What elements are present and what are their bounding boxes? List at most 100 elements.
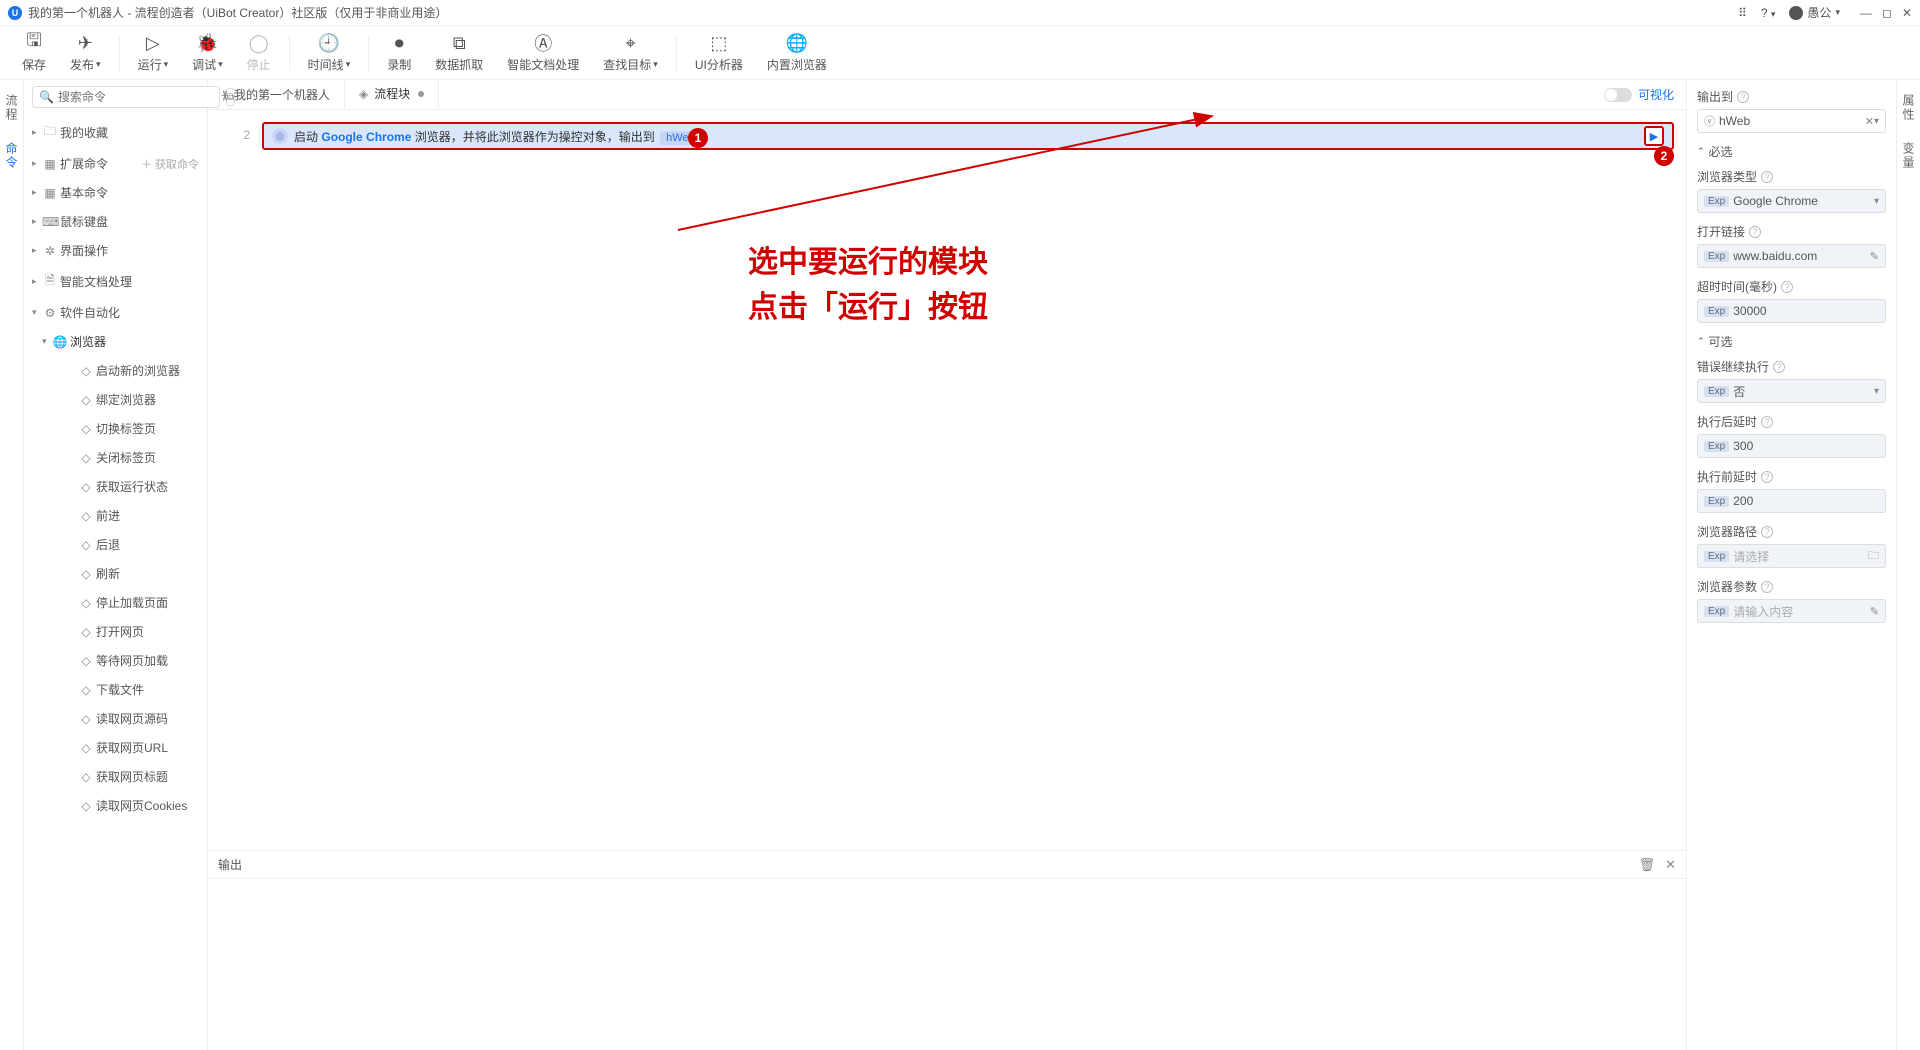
apps-icon[interactable]: ⠿ — [1738, 6, 1747, 20]
browser-args-input[interactable]: Exp请输入内容✎ — [1697, 599, 1886, 623]
ui-analyzer-button[interactable]: ⬚UI分析器 — [683, 32, 755, 73]
close-panel-icon[interactable]: ✕ — [1665, 857, 1676, 873]
code-editor: 2 ◎ 启动 Google Chrome 浏览器，并将此浏览器作为操控对象，输出… — [208, 110, 1686, 850]
minimize-button[interactable]: — — [1860, 6, 1872, 20]
tree-item[interactable]: ◇前进 — [24, 501, 207, 530]
tab-flowblock[interactable]: ◈流程块 — [345, 80, 439, 109]
find-target-button[interactable]: ⌖查找目标▾ — [591, 32, 670, 73]
caret-icon: ▾ — [32, 307, 42, 318]
folder-icon[interactable]: 🗀 — [1868, 547, 1879, 566]
dirty-dot-icon — [418, 91, 424, 97]
delay-after-input[interactable]: Exp300 — [1697, 434, 1886, 458]
builtin-browser-button[interactable]: 🌐内置浏览器 — [755, 32, 839, 73]
help-icon[interactable]: ? — [1781, 281, 1793, 293]
rail-attributes[interactable]: 属性 — [1900, 94, 1917, 122]
tree-item[interactable]: ◇读取网页Cookies — [24, 791, 207, 820]
tree-label: 鼠标键盘 — [60, 213, 199, 230]
timeout-input[interactable]: Exp30000 — [1697, 299, 1886, 323]
help-icon[interactable]: ? — [1773, 361, 1785, 373]
rail-command[interactable]: 命令 — [3, 142, 20, 170]
tree-item[interactable]: ◇获取网页标题 — [24, 762, 207, 791]
tree-item[interactable]: ◇后退 — [24, 530, 207, 559]
browser-type-select[interactable]: ExpGoogle Chrome▾ — [1697, 189, 1886, 213]
tree-item[interactable]: ◇启动新的浏览器 — [24, 356, 207, 385]
chevron-down-icon[interactable]: ⌃ — [1697, 146, 1705, 157]
help-icon[interactable]: ? — [1749, 226, 1761, 238]
tree-label: 读取网页Cookies — [96, 797, 199, 814]
chevron-down-icon[interactable]: ⌃ — [1697, 336, 1705, 347]
tree-icon: ◇ — [78, 596, 94, 610]
clock-icon: 🕘 — [318, 32, 340, 54]
tree-icon: ◇ — [78, 538, 94, 552]
run-button[interactable]: ▷运行▾ — [126, 32, 181, 73]
rail-flow[interactable]: 流程 — [3, 94, 20, 122]
tree-item[interactable]: ▾⚙软件自动化 — [24, 298, 207, 327]
ai-icon: Ⓐ — [534, 32, 552, 54]
tree-item[interactable]: ▸▦基本命令 — [24, 178, 207, 207]
help-icon[interactable]: ? — [1737, 91, 1749, 103]
delay-before-input[interactable]: Exp200 — [1697, 489, 1886, 513]
maximize-button[interactable]: ◻ — [1882, 6, 1892, 20]
tree-item[interactable]: ▸⌨鼠标键盘 — [24, 207, 207, 236]
tree-item[interactable]: ◇切换标签页 — [24, 414, 207, 443]
tree-item[interactable]: ◇获取网页URL — [24, 733, 207, 762]
tree-item[interactable]: ◇打开网页 — [24, 617, 207, 646]
user-menu[interactable]: 愚公 ▾ — [1789, 4, 1840, 21]
help-icon[interactable]: ? — [1761, 581, 1773, 593]
smart-doc-button[interactable]: Ⓐ智能文档处理 — [495, 32, 591, 73]
tree-item[interactable]: ◇下载文件 — [24, 675, 207, 704]
save-icon: 🖫 — [26, 32, 41, 54]
tree-label: 打开网页 — [96, 623, 199, 640]
tree-item[interactable]: ◇停止加载页面 — [24, 588, 207, 617]
tree-item[interactable]: ▸🗎智能文档处理 — [24, 265, 207, 298]
tree-item[interactable]: ◇等待网页加载 — [24, 646, 207, 675]
close-button[interactable]: ✕ — [1902, 6, 1912, 20]
search-input-wrapper[interactable]: 🔍 — [32, 86, 220, 108]
tab-robot[interactable]: ᚕ我的第一个机器人 — [208, 80, 345, 109]
right-rail: 属性 变量 — [1896, 80, 1920, 1050]
publish-button[interactable]: ✈发布▾ — [58, 32, 113, 73]
tree-item[interactable]: ◇绑定浏览器 — [24, 385, 207, 414]
tree-icon: ⚙ — [42, 306, 58, 320]
browser-path-input[interactable]: Exp请选择🗀 — [1697, 544, 1886, 568]
caret-icon: ▸ — [32, 245, 42, 256]
globe-icon: 🌐 — [786, 32, 808, 54]
edit-icon[interactable]: ✎ — [1870, 605, 1879, 618]
output-title: 输出 — [218, 856, 1629, 873]
tree-item[interactable]: ◇关闭标签页 — [24, 443, 207, 472]
debug-button[interactable]: 🐞调试▾ — [180, 32, 235, 73]
continue-on-error-select[interactable]: Exp否▾ — [1697, 379, 1886, 403]
save-button[interactable]: 🖫保存 — [10, 32, 58, 73]
tree-item[interactable]: ▸▦扩展命令＋ 获取命令 — [24, 149, 207, 178]
output-to-input[interactable]: ⓥ hWeb ✕ ▾ — [1697, 109, 1886, 133]
tree-icon: ◇ — [78, 770, 94, 784]
tree-label: 基本命令 — [60, 184, 199, 201]
open-link-input[interactable]: Expwww.baidu.com✎ — [1697, 244, 1886, 268]
code-line-selected[interactable]: ◎ 启动 Google Chrome 浏览器，并将此浏览器作为操控对象，输出到 … — [262, 122, 1674, 150]
tree-item[interactable]: ▸✲界面操作 — [24, 236, 207, 265]
run-line-button[interactable]: ▶ — [1644, 126, 1664, 146]
rail-variables[interactable]: 变量 — [1900, 142, 1917, 170]
clear-icon[interactable]: ✕ — [1865, 115, 1874, 128]
visual-toggle[interactable] — [1604, 88, 1632, 102]
tree-item[interactable]: ◇刷新 — [24, 559, 207, 588]
trash-icon[interactable]: 🗑 — [1639, 857, 1656, 873]
data-capture-button[interactable]: ⧉数据抓取 — [423, 32, 495, 73]
help-icon[interactable]: ? — [1761, 171, 1773, 183]
tree-item[interactable]: ▸🗀我的收藏 — [24, 116, 207, 149]
search-input[interactable] — [58, 90, 213, 104]
help-icon[interactable]: ? — [1761, 471, 1773, 483]
help-icon[interactable]: ? — [1761, 526, 1773, 538]
timeline-button[interactable]: 🕘时间线▾ — [296, 32, 363, 73]
record-button[interactable]: ⏺录制 — [375, 32, 423, 73]
tree-item[interactable]: ◇获取运行状态 — [24, 472, 207, 501]
tree-icon: ▦ — [42, 157, 58, 171]
tree-item[interactable]: ▾🌐浏览器 — [24, 327, 207, 356]
tree-item[interactable]: ◇读取网页源码 — [24, 704, 207, 733]
tree-label: 浏览器 — [70, 333, 199, 350]
help-icon[interactable]: ? — [1761, 416, 1773, 428]
help-icon[interactable]: ? ▾ — [1761, 6, 1776, 20]
edit-icon[interactable]: ✎ — [1870, 250, 1879, 263]
fetch-command-link[interactable]: ＋ 获取命令 — [141, 156, 199, 172]
editor-tabs: ᚕ我的第一个机器人 ◈流程块 可视化 — [208, 80, 1686, 110]
